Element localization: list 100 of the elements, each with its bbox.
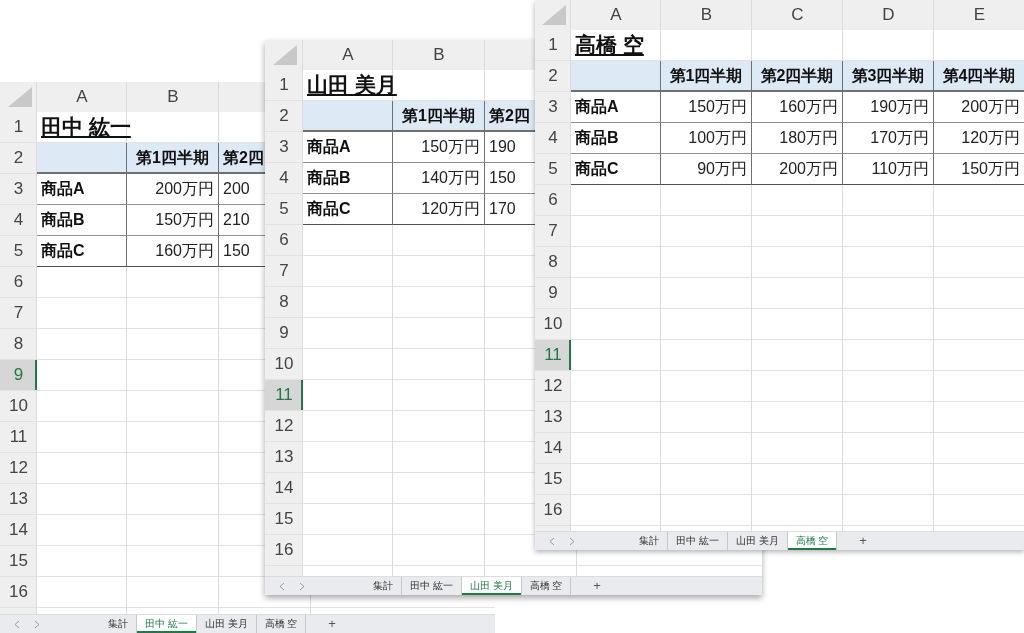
table-cell: 140万円 [393, 163, 485, 194]
table-cell: 商品A [571, 92, 661, 123]
row-header[interactable]: 10 [265, 349, 303, 379]
chevron-left-icon[interactable] [549, 536, 555, 546]
row-header[interactable]: 15 [0, 546, 37, 576]
row-header[interactable]: 12 [265, 411, 303, 441]
row-header[interactable]: 12 [0, 453, 37, 483]
row-header[interactable]: 16 [535, 495, 571, 525]
row-header[interactable]: 7 [0, 298, 37, 328]
table-cell: 150万円 [127, 205, 219, 236]
row-header[interactable]: 9 [0, 360, 37, 390]
row-header[interactable]: 13 [0, 484, 37, 514]
table-cell: 180万円 [752, 123, 843, 154]
column-header[interactable]: C [752, 0, 843, 30]
row-header[interactable]: 2 [535, 61, 571, 91]
add-sheet-button[interactable]: + [855, 532, 871, 550]
table-cell: 商品C [37, 236, 127, 267]
sheet-tab[interactable]: 山田 美月 [196, 615, 257, 633]
row-header[interactable]: 13 [265, 442, 303, 472]
row-header[interactable]: 16 [265, 535, 303, 565]
table-cell: 160万円 [752, 92, 843, 123]
table-cell: 120万円 [393, 194, 485, 225]
row-header[interactable]: 1 [265, 70, 303, 100]
table-cell: 商品C [571, 154, 661, 185]
chevron-right-icon[interactable] [34, 619, 40, 629]
row-header[interactable]: 9 [535, 278, 571, 308]
table-cell: 商品B [571, 123, 661, 154]
row-header[interactable]: 15 [535, 464, 571, 494]
column-header[interactable]: E [934, 0, 1024, 30]
column-header[interactable]: B [393, 40, 485, 70]
row-header[interactable]: 11 [535, 340, 571, 370]
row-header[interactable]: 8 [265, 287, 303, 317]
row-header[interactable]: 13 [535, 402, 571, 432]
header-cell: 第3四半期 [843, 61, 934, 92]
sheet-title: 山田 美月 [307, 73, 397, 96]
table-cell: 200万円 [934, 92, 1024, 123]
sheet-tab[interactable]: 田中 紘一 [137, 615, 197, 633]
table-cell: 90万円 [661, 154, 752, 185]
table-cell: 商品B [37, 205, 127, 236]
sheet-title: 田中 紘一 [41, 115, 131, 138]
row-header[interactable]: 16 [0, 577, 37, 607]
sheet-tab[interactable]: 山田 美月 [461, 577, 522, 595]
sheet-tab[interactable]: 高橋 空 [521, 577, 572, 595]
header-cell: 第2四半期 [752, 61, 843, 92]
table-cell: 商品A [37, 174, 127, 205]
row-header[interactable]: 11 [265, 380, 303, 410]
row-header[interactable]: 14 [265, 473, 303, 503]
sheet-tab[interactable]: 高橋 空 [256, 615, 307, 633]
chevron-left-icon[interactable] [279, 581, 285, 591]
sheet-tab[interactable]: 集計 [631, 532, 668, 550]
row-header[interactable]: 15 [265, 504, 303, 534]
chevron-right-icon[interactable] [569, 536, 575, 546]
table-cell: 150万円 [393, 132, 485, 163]
row-header[interactable]: 14 [535, 433, 571, 463]
row-header[interactable]: 3 [0, 174, 37, 204]
column-header[interactable]: D [843, 0, 934, 30]
sheet-title: 高橋 空 [575, 33, 644, 56]
table-cell: 170万円 [843, 123, 934, 154]
row-header[interactable]: 2 [0, 143, 37, 173]
table-cell: 商品C [303, 194, 393, 225]
column-header[interactable]: B [661, 0, 752, 30]
header-cell: 第1四半期 [127, 143, 219, 174]
column-header[interactable]: A [571, 0, 661, 30]
row-header[interactable]: 8 [0, 329, 37, 359]
column-header[interactable]: A [303, 40, 393, 70]
row-header[interactable]: 11 [0, 422, 37, 452]
column-header[interactable]: B [127, 82, 219, 112]
table-cell: 200万円 [127, 174, 219, 205]
sheet-tab[interactable]: 高橋 空 [787, 532, 838, 550]
table-cell: 190万円 [843, 92, 934, 123]
table-cell: 150万円 [661, 92, 752, 123]
column-header[interactable]: A [37, 82, 127, 112]
sheet-tab[interactable]: 田中 紘一 [668, 532, 728, 550]
row-header[interactable]: 2 [265, 101, 303, 131]
table-cell: 150万円 [934, 154, 1024, 185]
row-header[interactable]: 4 [0, 205, 37, 235]
sheet-tab[interactable]: 集計 [365, 577, 402, 595]
header-cell: 第1四半期 [661, 61, 752, 92]
row-header[interactable]: 1 [0, 112, 37, 142]
row-header[interactable]: 10 [535, 309, 571, 339]
table-cell: 商品B [303, 163, 393, 194]
add-sheet-button[interactable]: + [324, 615, 340, 633]
table-cell: 200万円 [752, 154, 843, 185]
sheet-tab[interactable]: 山田 美月 [727, 532, 788, 550]
row-header[interactable]: 8 [535, 247, 571, 277]
table-cell: 120万円 [934, 123, 1024, 154]
row-header[interactable]: 10 [0, 391, 37, 421]
chevron-left-icon[interactable] [14, 619, 20, 629]
row-header[interactable]: 1 [535, 30, 571, 60]
row-header[interactable]: 6 [0, 267, 37, 297]
row-header[interactable]: 14 [0, 515, 37, 545]
row-header[interactable]: 5 [0, 236, 37, 266]
add-sheet-button[interactable]: + [589, 577, 605, 595]
row-header[interactable]: 9 [265, 318, 303, 348]
sheet-tab[interactable]: 田中 紘一 [402, 577, 462, 595]
table-cell: 110万円 [843, 154, 934, 185]
table-cell: 商品A [303, 132, 393, 163]
row-header[interactable]: 12 [535, 371, 571, 401]
chevron-right-icon[interactable] [299, 581, 305, 591]
header-cell: 第1四半期 [393, 101, 485, 132]
